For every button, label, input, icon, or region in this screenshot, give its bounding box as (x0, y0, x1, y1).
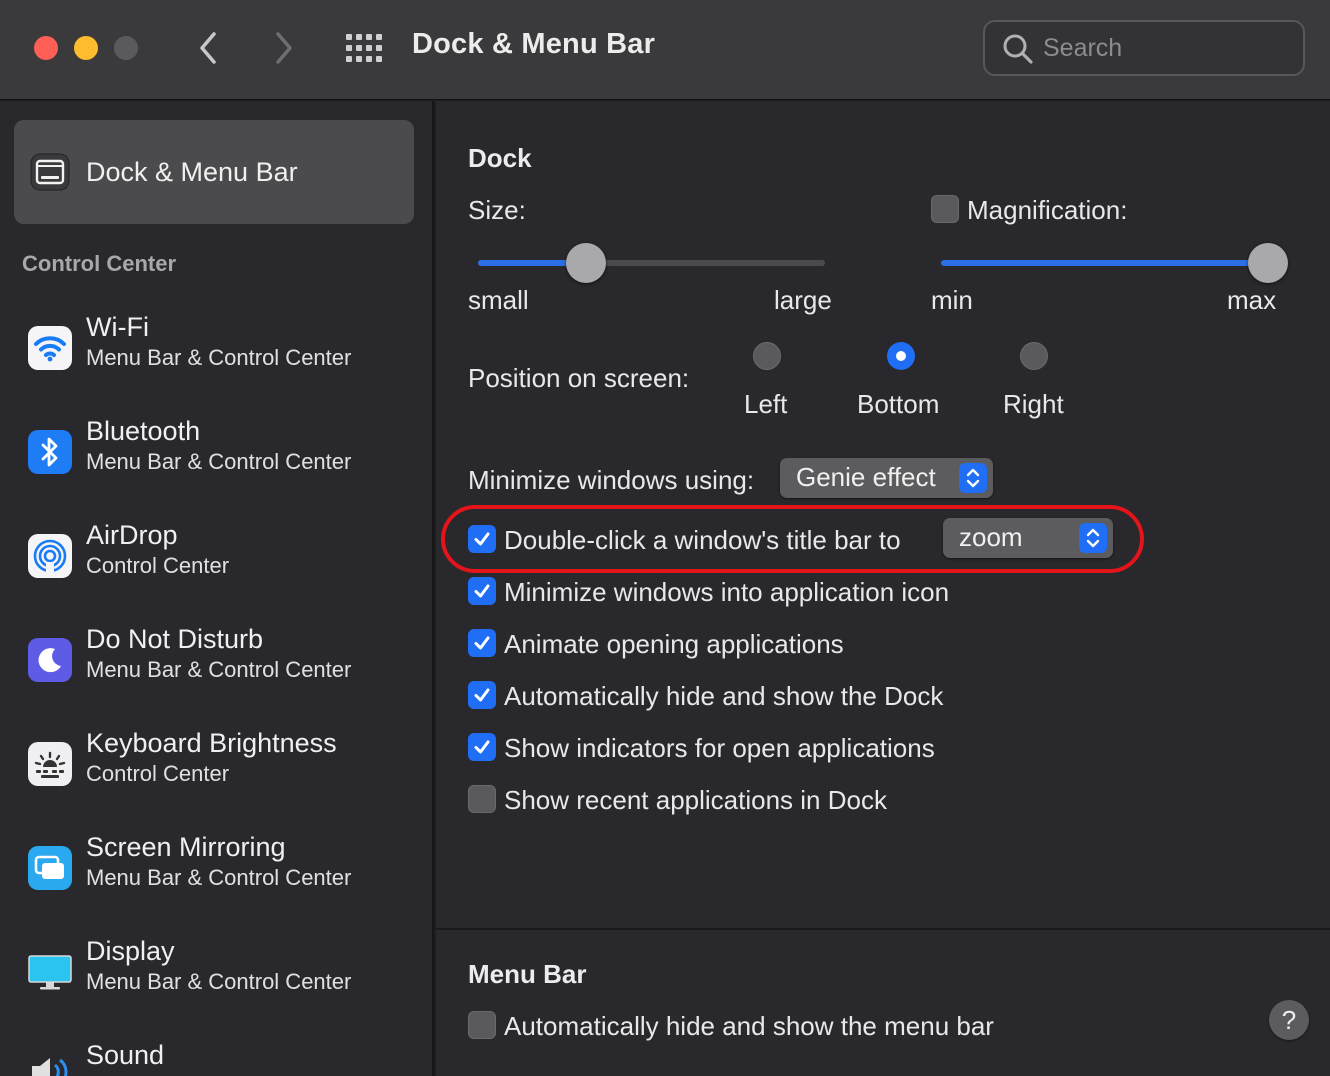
double-click-action-popup[interactable]: zoom (943, 518, 1113, 558)
menu-bar-section-title: Menu Bar (468, 959, 587, 989)
screen-mirroring-icon (28, 846, 72, 890)
animate-opening-checkbox[interactable] (468, 629, 496, 657)
magnification-slider[interactable] (941, 243, 1288, 283)
position-right-label: Right (1003, 389, 1064, 419)
minimize-effect-value: Genie effect (796, 462, 936, 492)
close-window-button[interactable] (34, 36, 58, 60)
dock-section-title: Dock (468, 143, 532, 173)
magnification-checkbox[interactable] (931, 195, 959, 223)
sidebar-item-name: Wi-Fi (86, 312, 149, 342)
double-click-action-value: zoom (959, 522, 1023, 552)
sidebar-item-name: Keyboard Brightness (86, 728, 337, 758)
sidebar-item-name: Sound (86, 1040, 165, 1070)
sidebar-section-header: Control Center (22, 251, 176, 276)
window-title: Dock & Menu Bar (412, 28, 656, 60)
keyboard-brightness-icon (28, 742, 72, 786)
moon-icon (28, 638, 72, 682)
title-bar: Dock & Menu Bar (0, 0, 1330, 100)
sidebar-item-wifi[interactable]: Wi-Fi Menu Bar & Control Center (0, 312, 432, 412)
sidebar-item-name: AirDrop (86, 520, 178, 550)
sidebar-item-airdrop[interactable]: AirDrop Control Center (0, 520, 432, 620)
minimize-into-icon-label: Minimize windows into application icon (504, 577, 950, 607)
size-slider-knob[interactable] (565, 243, 606, 283)
size-slider[interactable] (478, 243, 825, 283)
minimize-effect-popup[interactable]: Genie effect (780, 458, 993, 498)
sidebar-item-do-not-disturb[interactable]: Do Not Disturb Menu Bar & Control Center (0, 624, 432, 724)
sidebar-item-subtitle: Control Center (86, 761, 230, 786)
display-icon (28, 950, 72, 994)
chevron-left-icon[interactable] (190, 22, 230, 74)
sidebar-item-screen-mirroring[interactable]: Screen Mirroring Menu Bar & Control Cent… (0, 832, 432, 932)
sidebar-item-subtitle: Menu Bar & Control Center (86, 449, 352, 474)
position-label: Position on screen: (468, 363, 690, 393)
grid-icon[interactable] (344, 32, 384, 64)
magnification-slider-knob[interactable] (1248, 243, 1288, 283)
sidebar-item-bluetooth[interactable]: Bluetooth Menu Bar & Control Center (0, 416, 432, 516)
size-label: Size: (468, 195, 526, 225)
size-max-label: large (774, 285, 832, 315)
zoom-window-button[interactable] (114, 36, 138, 60)
section-divider (436, 928, 1330, 930)
search-field[interactable] (983, 20, 1305, 76)
help-icon[interactable]: ? (1269, 1000, 1309, 1040)
show-recent-apps-label: Show recent applications in Dock (504, 785, 887, 815)
size-min-label: small (468, 285, 529, 315)
sidebar-item-subtitle: Menu Bar & Control Center (86, 969, 352, 994)
sidebar-item-name: Display (86, 936, 175, 966)
position-right-radio[interactable] (1020, 342, 1048, 370)
magnification-min-label: min (931, 285, 973, 315)
double-click-label: Double-click a window's title bar to (504, 525, 901, 555)
sidebar-item-subtitle: Menu Bar & Control Center (86, 345, 352, 370)
position-bottom-radio[interactable] (887, 342, 915, 370)
minimize-using-label: Minimize windows using: (468, 465, 755, 495)
sidebar-item-name: Screen Mirroring (86, 832, 286, 862)
dock-menubar-icon (30, 153, 70, 196)
main-pane: Dock Size: small large Magnification: mi… (436, 101, 1330, 1076)
position-left-radio[interactable] (753, 342, 781, 370)
sidebar-item-subtitle: Menu Bar & Control Center (86, 865, 352, 890)
sidebar-item-name: Do Not Disturb (86, 624, 264, 654)
show-indicators-label: Show indicators for open applications (504, 733, 935, 763)
chevron-right-icon[interactable] (264, 22, 304, 74)
animate-opening-label: Animate opening applications (504, 629, 844, 659)
sidebar-item-keyboard-brightness[interactable]: Keyboard Brightness Control Center (0, 728, 432, 828)
sidebar: Dock & Menu Bar Control Center Wi-Fi Men… (0, 101, 434, 1076)
chevron-updown-icon (1079, 523, 1107, 553)
magnification-label: Magnification: (967, 195, 1128, 225)
magnification-max-label: max (1227, 285, 1277, 315)
sidebar-item-name: Bluetooth (86, 416, 201, 446)
bluetooth-icon (28, 430, 72, 474)
sidebar-item-display[interactable]: Display Menu Bar & Control Center (0, 936, 432, 1036)
chevron-updown-icon (959, 463, 987, 493)
autohide-dock-checkbox[interactable] (468, 681, 496, 709)
search-input[interactable] (1043, 30, 1283, 66)
autohide-menubar-checkbox[interactable] (468, 1011, 496, 1039)
speaker-icon (28, 1050, 72, 1076)
autohide-dock-label: Automatically hide and show the Dock (504, 681, 944, 711)
airdrop-icon (28, 534, 72, 578)
double-click-checkbox[interactable] (468, 525, 496, 553)
show-recent-apps-checkbox[interactable] (468, 785, 496, 813)
position-left-label: Left (744, 389, 788, 419)
autohide-menubar-label: Automatically hide and show the menu bar (504, 1011, 994, 1041)
sidebar-item-dock-menu-bar[interactable]: Dock & Menu Bar (14, 120, 414, 224)
show-indicators-checkbox[interactable] (468, 733, 496, 761)
sidebar-item-subtitle: Menu Bar & Control Center (86, 657, 352, 682)
magnification-slider-fill (941, 260, 1268, 266)
wifi-icon (28, 326, 72, 370)
search-icon (1001, 32, 1035, 71)
minimize-window-button[interactable] (74, 36, 98, 60)
sidebar-item-label: Dock & Menu Bar (86, 157, 298, 187)
position-bottom-label: Bottom (857, 389, 940, 419)
sidebar-item-subtitle: Control Center (86, 553, 230, 578)
minimize-into-icon-checkbox[interactable] (468, 577, 496, 605)
sidebar-item-sound[interactable]: Sound (0, 1040, 432, 1076)
